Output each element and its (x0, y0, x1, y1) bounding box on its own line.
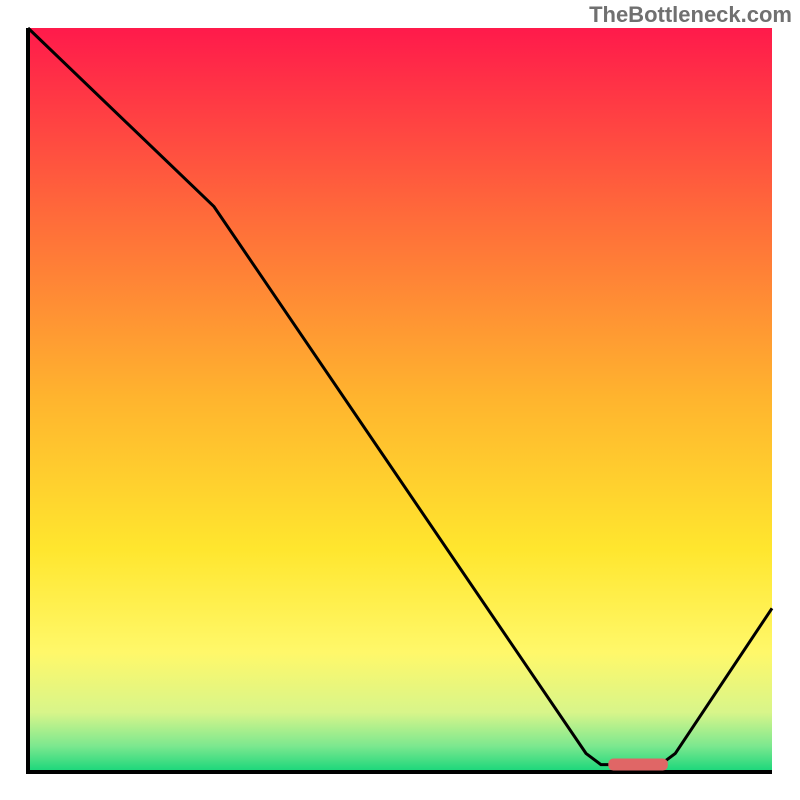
optimal-match-marker (608, 759, 668, 771)
plot-background (28, 28, 772, 772)
bottleneck-chart (0, 0, 800, 800)
chart-container: TheBottleneck.com (0, 0, 800, 800)
watermark-text: TheBottleneck.com (589, 2, 792, 28)
